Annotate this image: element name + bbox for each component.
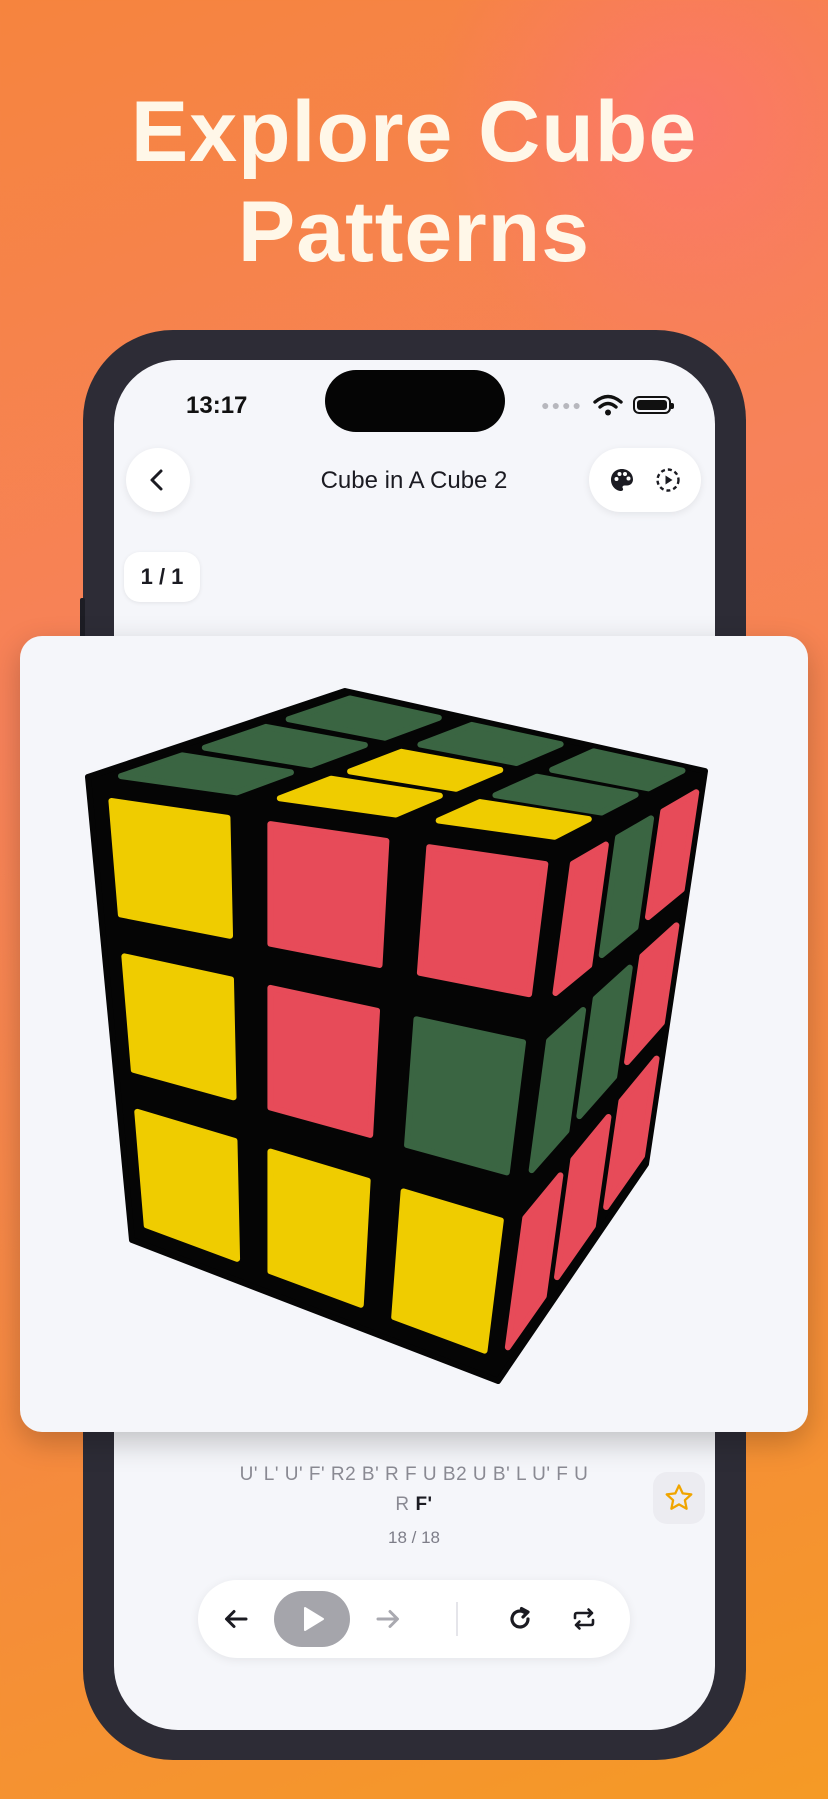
phone-side-button [80,598,85,640]
loop-button[interactable] [554,1580,614,1658]
favorite-button[interactable] [653,1472,705,1524]
sticker-front-0-1 [267,821,390,968]
algorithm-moves: U' L' U' F' R2 B' R F U B2 U B' L U' F U… [224,1460,604,1520]
current-move: F' [415,1494,433,1515]
sticker-front-1-1 [267,984,381,1138]
nav-actions [589,448,701,512]
arrow-left-icon [225,1610,248,1628]
cube-3d [85,688,708,1384]
cube-viewer[interactable] [20,636,808,1432]
palette-icon[interactable] [608,466,636,494]
next-move-button[interactable] [358,1580,418,1658]
page-indicator: 1 / 1 [124,552,200,602]
algorithm-line-2-prefix: R [395,1494,410,1515]
sticker-front-1-2 [404,1016,527,1176]
play-icon [304,1607,324,1631]
battery-icon [633,396,674,414]
signal-icon: ●●●● [541,397,583,413]
status-indicators: ●●●● [541,394,674,416]
headline-line-1: Explore Cube [130,84,698,180]
dynamic-island [325,370,505,432]
arrow-right-icon [376,1610,399,1628]
move-counter: 18 / 18 [388,1528,440,1547]
repeat-icon [573,1608,595,1630]
wifi-icon [593,394,623,416]
algorithm-line-2: R F' [224,1490,604,1520]
headline-line-2: Patterns [237,184,591,280]
controls-divider [456,1602,458,1636]
sticker-front-0-2 [416,844,549,998]
headline: Explore Cube Patterns [0,82,828,282]
back-button[interactable] [126,448,190,512]
chevron-left-icon [150,469,163,491]
play-circle-icon[interactable] [654,466,682,494]
play-button[interactable] [274,1580,350,1658]
status-time: 13:17 [186,392,248,419]
playback-controls [198,1580,630,1658]
play-button-background [274,1591,350,1647]
algorithm-line-1: U' L' U' F' R2 B' R F U B2 U B' L U' F U [239,1464,589,1485]
previous-move-button[interactable] [206,1580,266,1658]
page-title: Cube in A Cube 2 [320,467,508,494]
sticker-front-0-0 [108,797,234,939]
rotate-icon [510,1606,530,1629]
reset-button[interactable] [490,1580,550,1658]
star-icon [665,1484,693,1510]
